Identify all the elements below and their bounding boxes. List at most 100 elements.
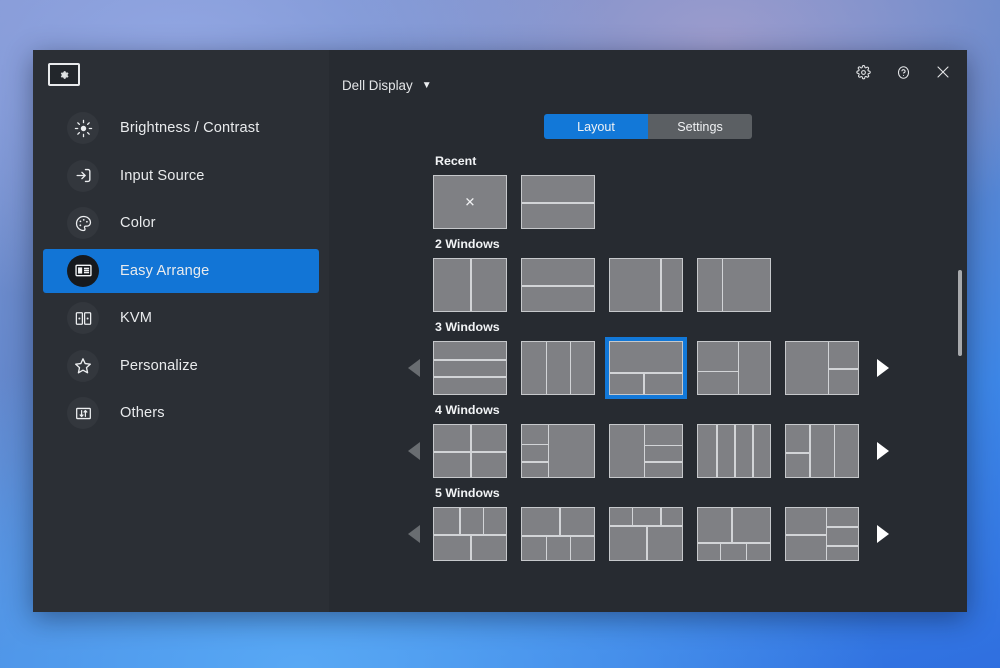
two-top-three-bottom-layout[interactable] xyxy=(521,507,595,561)
section-title: 3 Windows xyxy=(435,320,967,334)
layout-section: 2 Windows xyxy=(329,237,967,312)
layout-thumbnail-row xyxy=(403,507,967,561)
one-left-three-right-rows-layout[interactable] xyxy=(609,424,683,478)
layout-divider-vertical xyxy=(470,259,472,311)
layout-divider-horizontal xyxy=(826,545,858,547)
layout-divider-vertical xyxy=(483,508,485,534)
layout-divider-vertical xyxy=(559,508,561,535)
layout-thumbnails xyxy=(433,341,859,395)
layout-divider-vertical xyxy=(826,508,828,560)
others-icon xyxy=(67,397,99,429)
layout-divider-vertical xyxy=(731,508,733,542)
two-narrow-left-layout[interactable] xyxy=(697,258,771,312)
layout-divider-vertical xyxy=(570,342,572,394)
layout-divider-vertical xyxy=(660,508,662,525)
layout-thumbnails xyxy=(433,507,859,561)
left-arrow-icon[interactable] xyxy=(403,525,425,543)
left-full-right-split-layout[interactable] xyxy=(785,341,859,395)
layout-divider-horizontal xyxy=(610,372,682,374)
layout-divider-horizontal xyxy=(434,376,506,378)
sidebar-item-others[interactable]: Others xyxy=(43,391,319,435)
scrollbar-track[interactable] xyxy=(958,154,962,608)
two-wide-left-layout[interactable] xyxy=(609,258,683,312)
two-equal-vertical-layout[interactable] xyxy=(433,258,507,312)
layout-sections-scroll-area: Recent ✕ 2 Windows 3 Windows 4 Windows 5 Wind… xyxy=(329,154,967,612)
color-palette-icon xyxy=(67,207,99,239)
section-title: 4 Windows xyxy=(435,403,967,417)
close-icon[interactable] xyxy=(933,62,953,82)
right-arrow-icon[interactable] xyxy=(871,442,893,460)
layout-divider-horizontal xyxy=(522,461,548,463)
sidebar-item-label: Brightness / Contrast xyxy=(120,120,259,136)
three-rows-layout[interactable] xyxy=(433,341,507,395)
layout-divider-vertical xyxy=(834,425,836,477)
sidebar-item-color[interactable]: Color xyxy=(43,201,319,245)
three-top-two-bottom-layout[interactable] xyxy=(433,507,507,561)
scrollbar-thumb[interactable] xyxy=(958,270,962,356)
layout-divider-horizontal xyxy=(522,285,594,287)
monitor-gear-icon xyxy=(48,63,80,86)
layout-divider-vertical xyxy=(738,342,740,394)
sidebar-item-label: Easy Arrange xyxy=(120,263,209,279)
layout-divider-horizontal xyxy=(826,526,858,528)
window-controls xyxy=(853,62,953,82)
layout-divider-horizontal xyxy=(644,445,682,447)
sidebar-item-label: Color xyxy=(120,215,156,231)
two-stacked-horizontal-layout[interactable] xyxy=(521,258,595,312)
sidebar-item-label: Input Source xyxy=(120,168,205,184)
layout-divider-horizontal xyxy=(786,534,826,536)
layout-divider-horizontal xyxy=(644,461,682,463)
right-arrow-icon[interactable] xyxy=(871,525,893,543)
layout-divider-vertical xyxy=(734,425,736,477)
sidebar-item-easy-arrange[interactable]: Easy Arrange xyxy=(43,249,319,293)
three-left-rows-one-right-layout[interactable] xyxy=(521,424,595,478)
layout-divider-vertical xyxy=(644,425,646,477)
input-source-icon xyxy=(67,160,99,192)
layout-divider-horizontal xyxy=(522,444,548,446)
tab-group: Layout Settings xyxy=(544,114,752,139)
layout-divider-vertical xyxy=(716,425,718,477)
layout-divider-horizontal xyxy=(434,359,506,361)
layout-section: Recent ✕ xyxy=(329,154,967,229)
layout-divider-horizontal xyxy=(434,451,506,453)
three-small-top-two-bottom-layout[interactable] xyxy=(609,507,683,561)
sidebar-item-input-source[interactable]: Input Source xyxy=(43,154,319,198)
layout-divider-vertical xyxy=(746,542,748,560)
two-left-rows-three-right-layout[interactable] xyxy=(785,507,859,561)
sidebar-item-personalize[interactable]: Personalize xyxy=(43,344,319,388)
one-top-two-bottom-layout[interactable] xyxy=(609,341,683,395)
sidebar-item-kvm[interactable]: KVM xyxy=(43,296,319,340)
easy-arrange-icon xyxy=(67,255,99,287)
sidebar-item-label: KVM xyxy=(120,310,152,326)
gear-icon[interactable] xyxy=(853,62,873,82)
left-split-right-full-layout[interactable] xyxy=(697,341,771,395)
left-arrow-icon[interactable] xyxy=(403,359,425,377)
recent-2-stacked-layout[interactable] xyxy=(521,175,595,229)
display-selector-label: Dell Display xyxy=(342,78,413,93)
layout-section: 5 Windows xyxy=(329,486,967,561)
four-quadrant-layout[interactable] xyxy=(433,424,507,478)
layout-divider-horizontal xyxy=(786,452,809,454)
two-left-split-two-right-columns-layout[interactable] xyxy=(785,424,859,478)
layout-divider-horizontal xyxy=(828,368,858,370)
tab-layout[interactable]: Layout xyxy=(544,114,648,139)
two-top-three-small-bottom-layout[interactable] xyxy=(697,507,771,561)
four-columns-layout[interactable] xyxy=(697,424,771,478)
display-selector-dropdown[interactable]: Dell Display ▼ xyxy=(342,78,432,93)
sidebar: Brightness / Contrast Input Source xyxy=(33,50,329,612)
tab-settings[interactable]: Settings xyxy=(648,114,752,139)
section-title: 5 Windows xyxy=(435,486,967,500)
left-arrow-icon[interactable] xyxy=(403,442,425,460)
sidebar-item-brightness-contrast[interactable]: Brightness / Contrast xyxy=(43,106,319,150)
kvm-icon xyxy=(67,302,99,334)
layout-divider-vertical xyxy=(470,534,472,560)
right-arrow-icon[interactable] xyxy=(871,359,893,377)
section-title: Recent xyxy=(435,154,967,168)
layout-divider-vertical xyxy=(720,542,722,560)
section-title: 2 Windows xyxy=(435,237,967,251)
three-columns-layout[interactable] xyxy=(521,341,595,395)
recent-clear-layout[interactable]: ✕ xyxy=(433,175,507,229)
layout-divider-vertical xyxy=(546,342,548,394)
layout-divider-vertical xyxy=(548,425,550,477)
question-circle-icon[interactable] xyxy=(893,62,913,82)
